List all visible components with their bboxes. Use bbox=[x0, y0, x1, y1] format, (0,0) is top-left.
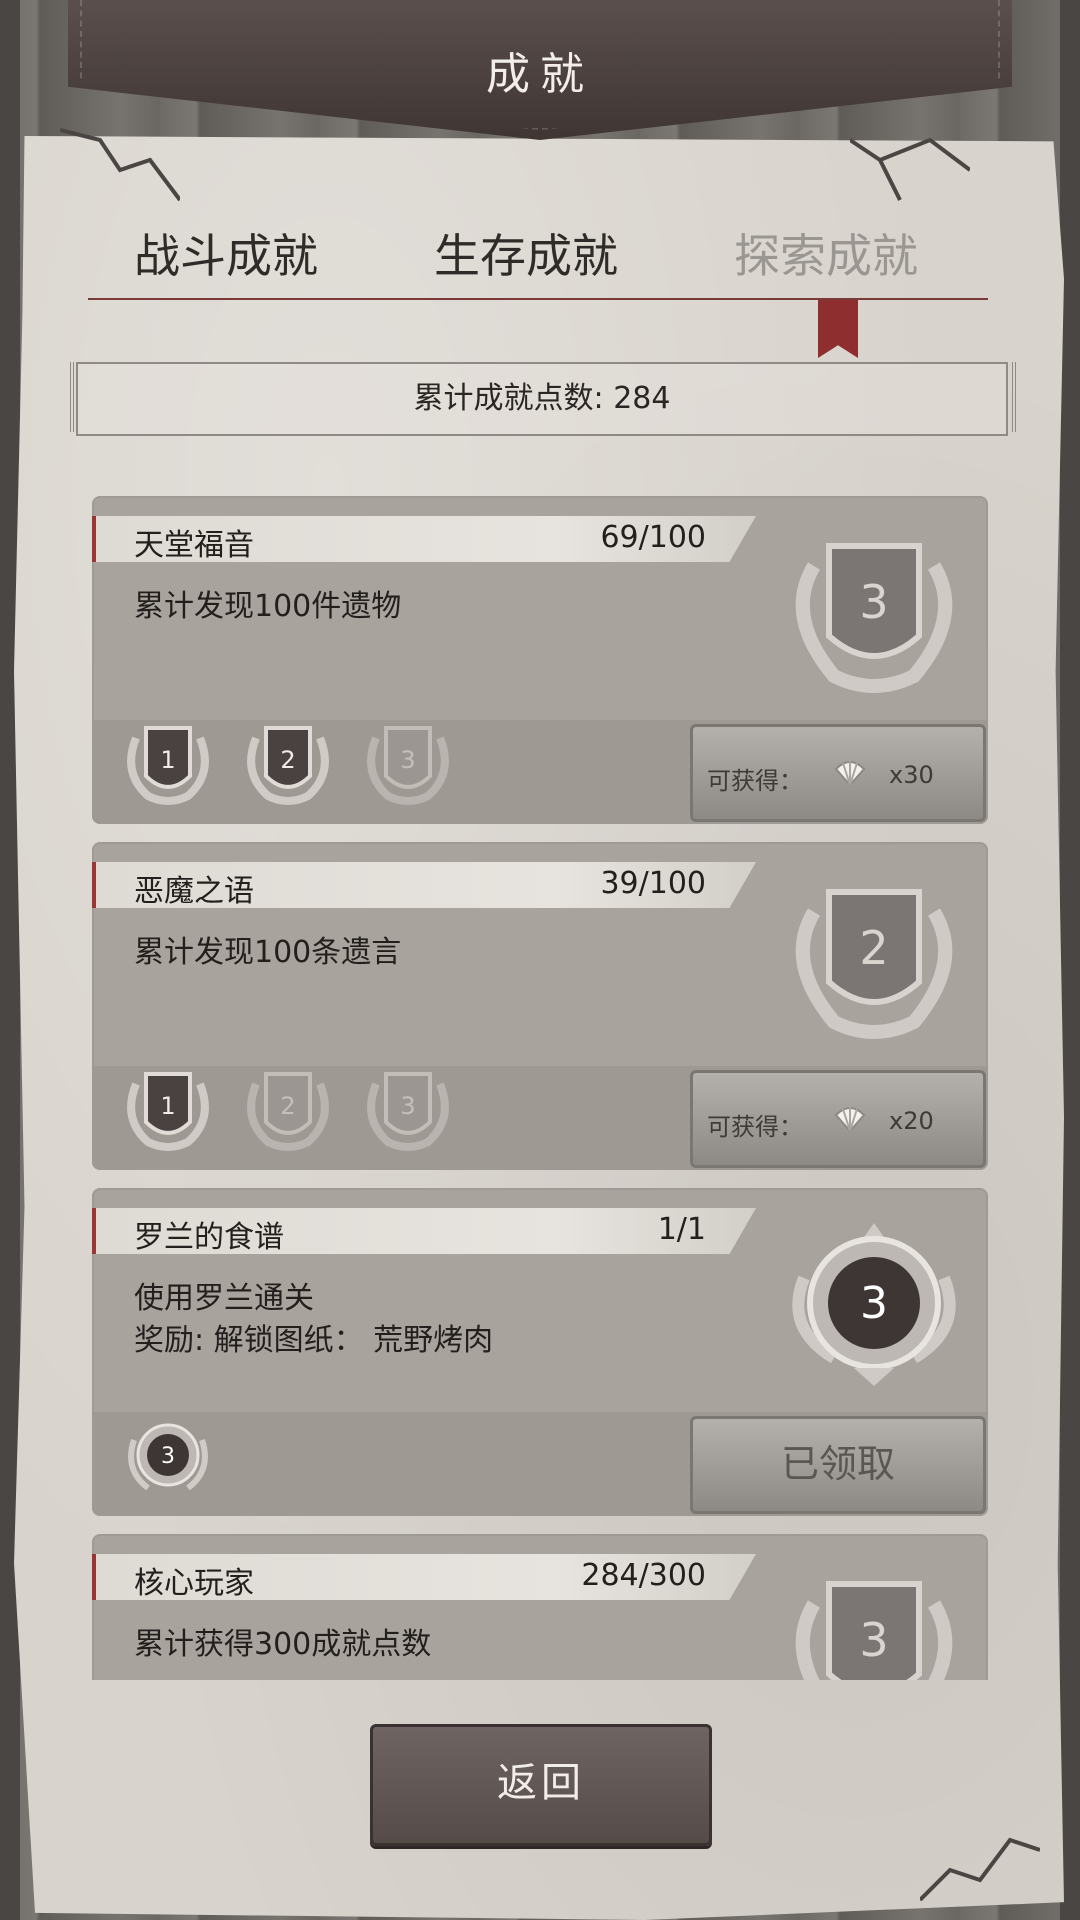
big-badge-level: 2 bbox=[859, 921, 888, 975]
laurel-badge-icon: 3 bbox=[795, 1581, 953, 1680]
big-badge-level: 3 bbox=[860, 1278, 888, 1329]
tier-number: 2 bbox=[280, 1092, 295, 1120]
crack-decoration-icon bbox=[60, 128, 180, 202]
tier-badge-icon: 1 bbox=[127, 1072, 209, 1151]
big-badge-level: 3 bbox=[859, 575, 888, 629]
achievement-description: 累计发现100条遗言 bbox=[134, 935, 402, 970]
achievement-progress: 284/300 bbox=[581, 1558, 706, 1593]
tab-survival[interactable]: 生存成就 bbox=[434, 220, 618, 286]
achievement-title: 核心玩家 bbox=[134, 1566, 254, 1601]
tier-number: 3 bbox=[161, 1444, 175, 1469]
claim-reward-button[interactable]: 可获得： x20 bbox=[690, 1070, 986, 1168]
reward-quantity: x30 bbox=[889, 761, 934, 789]
back-button[interactable]: 返回 bbox=[370, 1724, 712, 1846]
reward-label: 可获得： bbox=[707, 767, 803, 795]
crack-decoration-icon bbox=[920, 1837, 1040, 1902]
achievement-progress: 69/100 bbox=[600, 520, 706, 555]
completed-medal-icon: 3 bbox=[792, 1223, 956, 1386]
achievement-description: 累计发现100件遗物 bbox=[134, 589, 402, 624]
tier-number: 1 bbox=[160, 1092, 175, 1120]
tier-badge-locked-icon: 3 bbox=[367, 1072, 449, 1151]
achievement-points-total: 累计成就点数: 284 bbox=[76, 362, 1008, 436]
achievement-progress: 1/1 bbox=[657, 1212, 706, 1247]
tier-badge-icon: 1 bbox=[127, 726, 209, 805]
tier-badge-icon: 2 bbox=[247, 726, 329, 805]
achievement-card: 恶魔之语 39/100 累计发现100条遗言 2 1 2 3 可获得： x20 bbox=[92, 842, 988, 1170]
tier-number: 2 bbox=[280, 746, 295, 774]
tab-combat[interactable]: 战斗成就 bbox=[134, 220, 318, 286]
tab-underline bbox=[88, 298, 988, 300]
achievement-list[interactable]: 天堂福音 69/100 累计发现100件遗物 3 1 2 3 可获得： x30 … bbox=[92, 496, 988, 1680]
tier-badge-locked-icon: 3 bbox=[367, 726, 449, 805]
completed-medal-small-icon: 3 bbox=[128, 1423, 208, 1491]
achievement-progress: 39/100 bbox=[600, 866, 706, 901]
shell-icon bbox=[834, 1105, 866, 1133]
achievement-title: 恶魔之语 bbox=[134, 874, 254, 909]
tier-number: 1 bbox=[160, 746, 175, 774]
achievement-description: 累计获得300成就点数 bbox=[134, 1627, 432, 1662]
tab-bar: 战斗成就 生存成就 探索成就 bbox=[90, 220, 990, 300]
claim-reward-button[interactable]: 可获得： x30 bbox=[690, 724, 986, 822]
achievement-card: 罗兰的食谱 1/1 使用罗兰通关 奖励: 解锁图纸： 荒野烤肉 3 3 已领取 bbox=[92, 1188, 988, 1516]
reward-quantity: x20 bbox=[889, 1107, 934, 1135]
achievement-title: 罗兰的食谱 bbox=[134, 1220, 284, 1255]
achievement-description: 使用罗兰通关 奖励: 解锁图纸： 荒野烤肉 bbox=[134, 1278, 493, 1362]
tier-number: 3 bbox=[400, 746, 415, 774]
reward-label: 可获得： bbox=[707, 1113, 803, 1141]
crack-decoration-icon bbox=[850, 137, 970, 201]
wood-frame-left bbox=[0, 0, 20, 1920]
shell-icon bbox=[834, 759, 866, 787]
tier-badge-locked-icon: 2 bbox=[247, 1072, 329, 1151]
claimed-button[interactable]: 已领取 bbox=[690, 1416, 986, 1514]
tab-exploration[interactable]: 探索成就 bbox=[734, 220, 918, 286]
achievement-title: 天堂福音 bbox=[134, 528, 254, 563]
big-badge-level: 3 bbox=[859, 1613, 888, 1667]
page-title: 成就 bbox=[486, 49, 594, 100]
description-line: 使用罗兰通关 bbox=[134, 1281, 314, 1316]
achievement-card: 天堂福音 69/100 累计发现100件遗物 3 1 2 3 可获得： x30 bbox=[92, 496, 988, 824]
header-banner: 成就 bbox=[68, 0, 1012, 140]
achievement-card: 核心玩家 284/300 累计获得300成就点数 3 bbox=[92, 1534, 988, 1680]
tier-number: 3 bbox=[400, 1092, 415, 1120]
reward-description-line: 奖励: 解锁图纸： 荒野烤肉 bbox=[134, 1323, 494, 1358]
laurel-badge-icon: 2 bbox=[795, 889, 953, 1039]
laurel-badge-icon: 3 bbox=[795, 543, 953, 693]
